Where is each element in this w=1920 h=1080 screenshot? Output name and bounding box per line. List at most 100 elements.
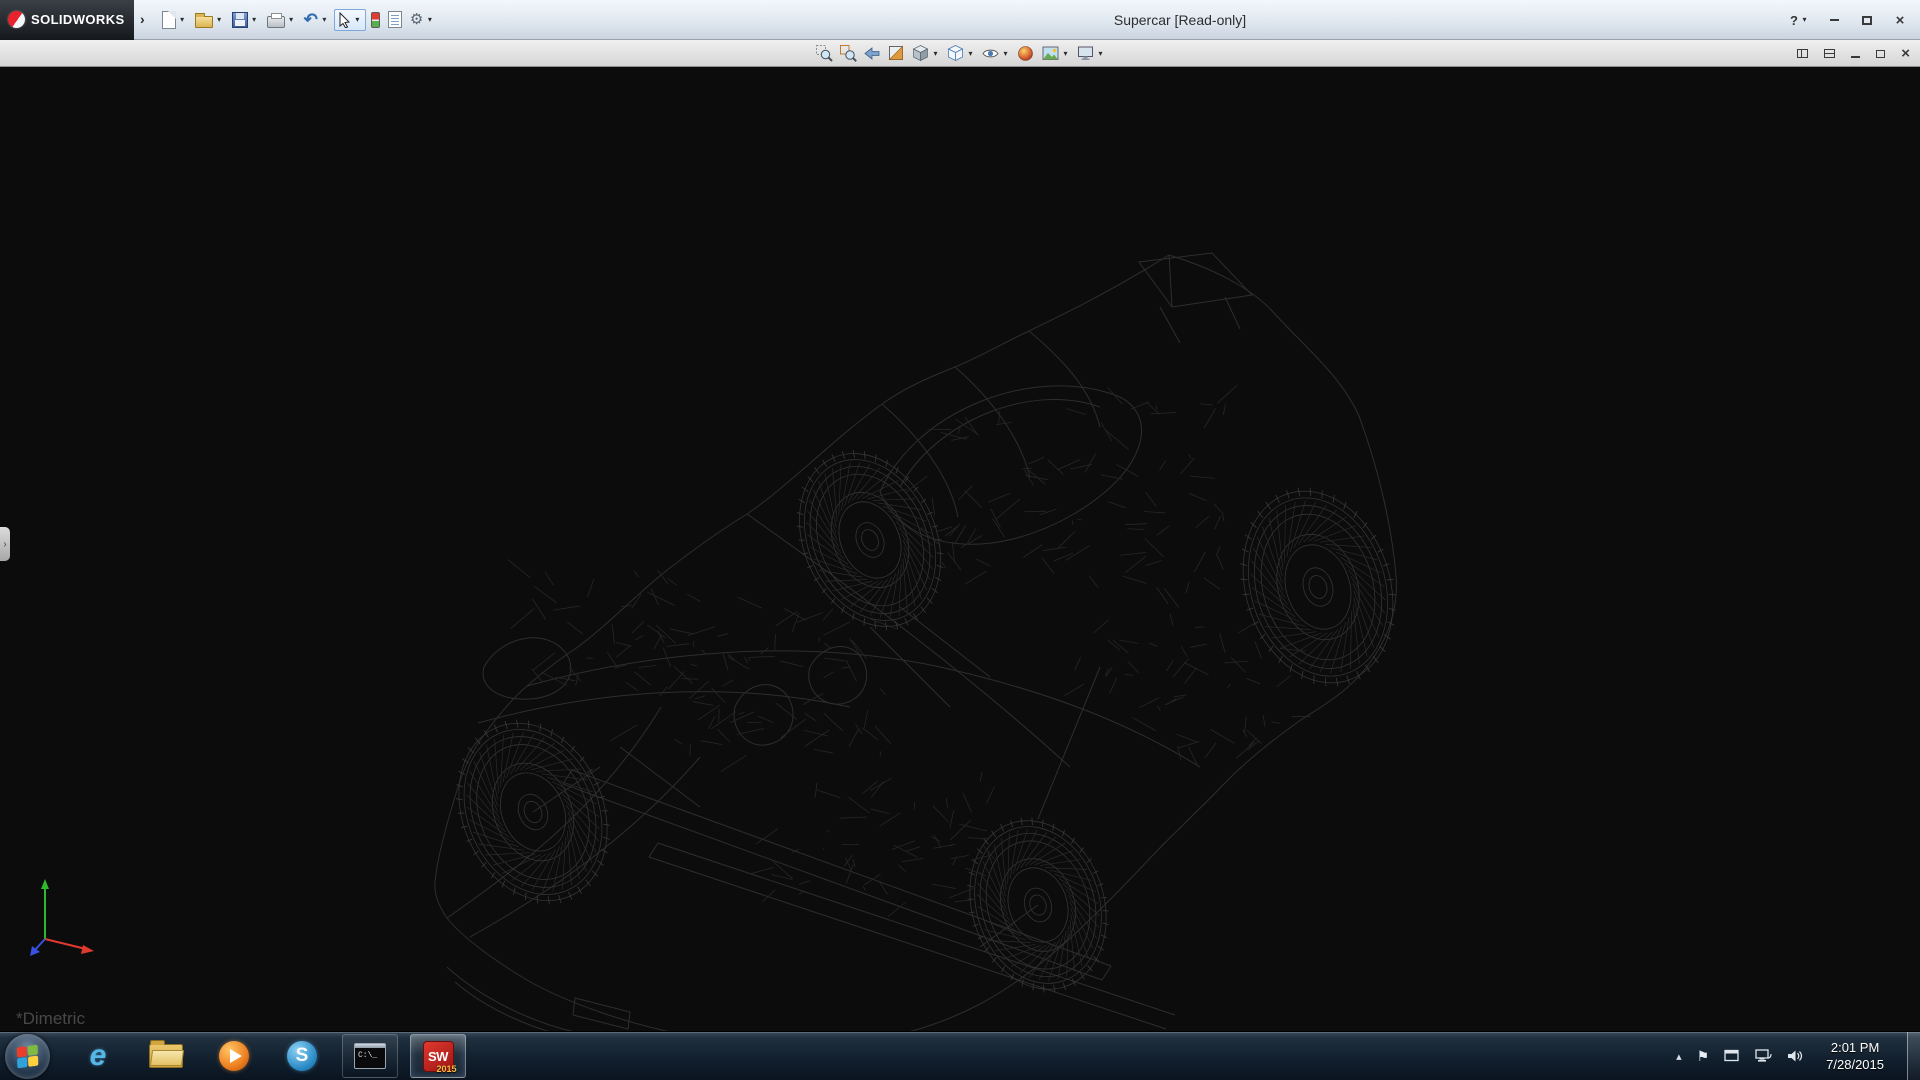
folder-icon <box>149 1044 183 1068</box>
start-button[interactable] <box>5 1034 50 1079</box>
maximize-button[interactable] <box>1859 12 1875 28</box>
gear-icon: ⚙ <box>410 12 423 27</box>
taskbar-skype-button[interactable]: S <box>274 1034 330 1078</box>
taskbar: e S C:\_ SW 2015 ▴ ⚑ <box>0 1031 1920 1080</box>
previous-view-button[interactable] <box>861 43 883 65</box>
display-style-dropdown-icon[interactable]: ▾ <box>966 50 975 58</box>
new-document-button[interactable]: ▾ <box>159 9 190 31</box>
print-button[interactable]: ▾ <box>264 10 299 30</box>
minimize-button[interactable] <box>1826 12 1842 28</box>
internet-explorer-icon: e <box>90 1041 107 1071</box>
help-icon: ? <box>1790 13 1798 28</box>
panel-splitter-handle[interactable]: › <box>0 527 10 561</box>
document-title: Supercar [Read-only] <box>1114 12 1246 28</box>
solidworks-version-badge: 2015 <box>436 1064 456 1074</box>
graphics-area[interactable]: › *Dimetric <box>0 67 1920 1031</box>
rebuild-button[interactable] <box>368 10 383 30</box>
file-properties-button[interactable] <box>385 9 405 30</box>
print-dropdown-icon[interactable]: ▾ <box>287 16 296 24</box>
options-dropdown-icon[interactable]: ▾ <box>425 16 434 24</box>
view-orientation-button[interactable]: ▾ <box>909 44 942 63</box>
help-dropdown-icon[interactable]: ▾ <box>1800 16 1809 24</box>
taskbar-media-player-button[interactable] <box>206 1034 262 1078</box>
wireframe-model <box>0 67 1920 1031</box>
taskbar-internet-explorer-button[interactable]: e <box>70 1034 126 1078</box>
zoom-to-area-button[interactable] <box>837 43 859 65</box>
show-hidden-icons-button[interactable]: ▴ <box>1676 1050 1682 1063</box>
hide-show-items-icon <box>981 44 1000 63</box>
doc-restore-button[interactable] <box>1876 45 1885 63</box>
media-player-icon <box>219 1041 249 1071</box>
zoom-to-fit-button[interactable] <box>813 43 835 65</box>
doc-close-button[interactable]: × <box>1901 46 1910 61</box>
section-view-button[interactable] <box>885 43 907 65</box>
volume-icon[interactable] <box>1787 1049 1803 1063</box>
open-dropdown-icon[interactable]: ▾ <box>215 16 224 24</box>
display-style-icon <box>946 44 965 63</box>
split-pane-button[interactable] <box>1797 45 1808 63</box>
select-dropdown-icon[interactable]: ▾ <box>353 16 362 24</box>
apply-scene-dropdown-icon[interactable]: ▾ <box>1061 50 1070 58</box>
close-button[interactable]: × <box>1892 12 1908 28</box>
apply-scene-icon <box>1041 44 1060 63</box>
network-icon[interactable] <box>1755 1049 1772 1063</box>
undo-icon: ↶ <box>304 12 318 28</box>
save-dropdown-icon[interactable]: ▾ <box>250 16 259 24</box>
display-style-button[interactable]: ▾ <box>944 44 977 63</box>
apply-scene-button[interactable]: ▾ <box>1039 44 1072 63</box>
solidworks-letters: SW <box>428 1049 448 1064</box>
section-view-icon <box>887 44 906 63</box>
taskbar-windows-explorer-button[interactable] <box>138 1034 194 1078</box>
taskbar-command-prompt-button[interactable]: C:\_ <box>342 1034 398 1078</box>
hide-show-dropdown-icon[interactable]: ▾ <box>1001 50 1010 58</box>
new-dropdown-icon[interactable]: ▾ <box>178 16 187 24</box>
menu-bar-toolbar: ▾ ▾ ▾ ▾ ↶ ▾ ▾ <box>159 9 438 31</box>
hide-show-items-button[interactable]: ▾ <box>979 44 1012 63</box>
menu-expand-icon[interactable]: › <box>134 11 151 29</box>
open-button[interactable]: ▾ <box>192 10 227 30</box>
maximize-icon <box>1862 16 1872 25</box>
show-desktop-button[interactable] <box>1907 1032 1920 1080</box>
taskbar-solidworks-button[interactable]: SW 2015 <box>410 1034 466 1078</box>
view-orientation-dropdown-icon[interactable]: ▾ <box>931 50 940 58</box>
options-button[interactable]: ⚙ ▾ <box>407 10 437 29</box>
open-folder-icon <box>195 16 213 28</box>
doc-minimize-button[interactable] <box>1851 45 1860 63</box>
doc-restore-icon <box>1876 50 1885 58</box>
view-settings-dropdown-icon[interactable]: ▾ <box>1096 50 1105 58</box>
tile-pane-button[interactable] <box>1824 45 1835 63</box>
previous-view-icon <box>863 44 882 63</box>
edit-appearance-button[interactable] <box>1014 44 1037 63</box>
document-window-controls: × <box>1797 40 1910 67</box>
doc-minimize-icon <box>1851 56 1860 58</box>
zoom-to-fit-icon <box>815 44 834 63</box>
edit-appearance-icon <box>1016 44 1035 63</box>
save-button[interactable]: ▾ <box>229 10 262 30</box>
solidworks-logo: SOLIDWORKS <box>0 0 134 40</box>
clock-time: 2:01 PM <box>1826 1039 1884 1056</box>
help-button[interactable]: ? ▾ <box>1790 13 1809 28</box>
action-center-flag-icon[interactable]: ⚑ <box>1697 1048 1710 1065</box>
select-tool-button[interactable]: ▾ <box>334 9 366 31</box>
graphics-toolbar-strip: ▾ ▾ ▾ <box>0 40 1920 67</box>
view-settings-button[interactable]: ▾ <box>1074 44 1107 63</box>
tray-app-icon[interactable] <box>1724 1049 1740 1063</box>
logo-text: SOLIDWORKS <box>31 12 125 27</box>
undo-button[interactable]: ↶ ▾ <box>301 10 332 30</box>
window-controls: ? ▾ × <box>1790 0 1908 40</box>
clock-date: 7/28/2015 <box>1826 1056 1884 1073</box>
new-document-icon <box>162 11 176 29</box>
3ds-logo-icon <box>8 11 25 28</box>
heads-up-view-toolbar: ▾ ▾ ▾ <box>813 40 1107 67</box>
system-tray: ▴ ⚑ 2:01 PM 7/28/2015 <box>1676 1032 1920 1080</box>
tile-pane-icon <box>1824 49 1835 58</box>
view-settings-icon <box>1076 44 1095 63</box>
windows-logo-icon <box>17 1044 39 1068</box>
undo-dropdown-icon[interactable]: ▾ <box>320 16 329 24</box>
save-icon <box>232 12 248 28</box>
zoom-to-area-icon <box>839 44 858 63</box>
skype-icon: S <box>287 1041 317 1071</box>
file-properties-icon <box>388 11 402 28</box>
command-prompt-text: C:\_ <box>358 1051 377 1060</box>
taskbar-clock[interactable]: 2:01 PM 7/28/2015 <box>1818 1039 1892 1073</box>
